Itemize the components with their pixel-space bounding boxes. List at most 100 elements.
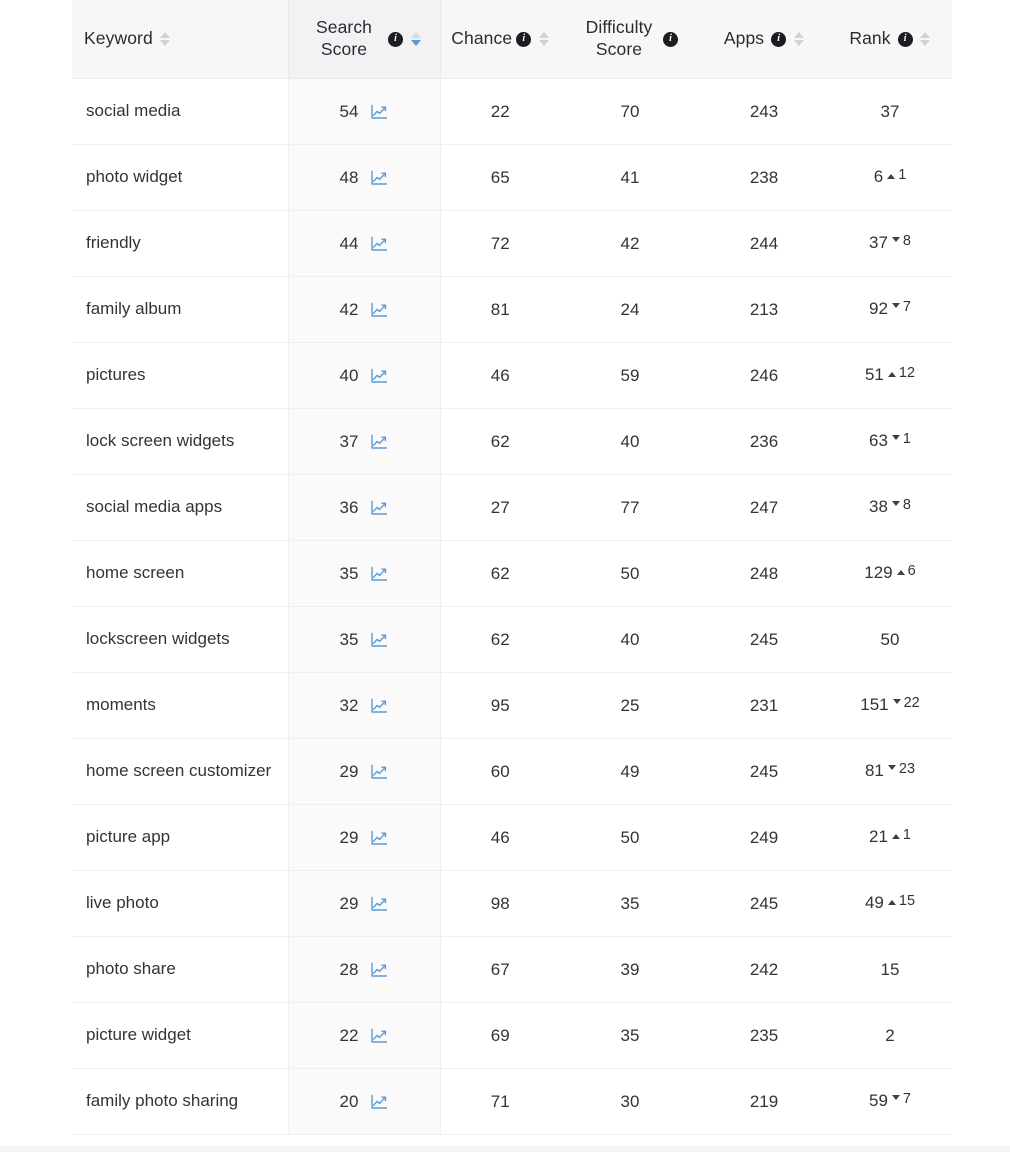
cell-search-score: 42 (287, 276, 441, 343)
info-icon-search-score[interactable]: i (388, 31, 403, 47)
line-chart-icon[interactable] (370, 698, 388, 714)
table-row[interactable]: family photo sharing 20 71 30 219 59 7 (72, 1068, 952, 1135)
cell-apps: 213 (700, 276, 828, 343)
line-chart-icon[interactable] (370, 368, 388, 384)
cell-keyword[interactable]: pictures (72, 342, 288, 409)
arrow-down-icon (887, 765, 896, 771)
table-row[interactable]: lockscreen widgets 35 62 40 245 50 (72, 606, 952, 673)
table-row[interactable]: family album 42 81 24 213 92 7 (72, 276, 952, 343)
cell-keyword[interactable]: lockscreen widgets (72, 606, 288, 673)
line-chart-icon[interactable] (370, 104, 388, 120)
arrow-down-icon (891, 501, 900, 507)
table-row[interactable]: photo share 28 67 39 242 15 (72, 936, 952, 1003)
cell-apps: 247 (700, 474, 828, 541)
cell-apps: 245 (700, 870, 828, 937)
search-score-value: 35 (339, 563, 359, 583)
cell-rank: 37 8 (828, 210, 952, 277)
line-chart-icon[interactable] (370, 962, 388, 978)
table-row[interactable]: moments 32 95 25 231 151 22 (72, 672, 952, 739)
line-chart-icon[interactable] (370, 1028, 388, 1044)
rank-value: 92 (869, 299, 888, 319)
search-score-value: 35 (339, 629, 359, 649)
info-icon-difficulty-score[interactable]: i (663, 31, 678, 47)
rank-value: 151 (860, 695, 889, 715)
cell-keyword[interactable]: family photo sharing (72, 1068, 288, 1135)
cell-chance: 71 (440, 1068, 560, 1135)
cell-search-score: 35 (287, 540, 441, 607)
cell-search-score: 37 (287, 408, 441, 475)
line-chart-icon[interactable] (370, 500, 388, 516)
line-chart-icon[interactable] (370, 764, 388, 780)
rank-value: 6 (873, 167, 884, 187)
cell-chance: 72 (440, 210, 560, 277)
info-icon-chance[interactable]: i (516, 31, 532, 47)
column-header-apps[interactable]: Apps i (700, 0, 828, 79)
cell-keyword[interactable]: moments (72, 672, 288, 739)
rank-value: 37 (869, 233, 888, 253)
cell-difficulty-score: 40 (560, 606, 700, 673)
table-row[interactable]: picture app 29 46 50 249 21 1 (72, 804, 952, 871)
rank-value: 129 (864, 563, 893, 583)
line-chart-icon[interactable] (370, 1094, 388, 1110)
table-row[interactable]: social media 54 22 70 243 37 (72, 78, 952, 145)
cell-keyword[interactable]: family album (72, 276, 288, 343)
line-chart-icon[interactable] (370, 236, 388, 252)
column-header-keyword[interactable]: Keyword (72, 0, 288, 79)
cell-keyword[interactable]: home screen (72, 540, 288, 607)
cell-keyword[interactable]: social media apps (72, 474, 288, 541)
info-icon-rank[interactable]: i (897, 31, 913, 47)
cell-keyword[interactable]: picture widget (72, 1002, 288, 1069)
sort-chevrons-icon-apps[interactable] (793, 29, 804, 49)
table-row[interactable]: pictures 40 46 59 246 51 12 (72, 342, 952, 409)
line-chart-icon[interactable] (370, 434, 388, 450)
table-row[interactable]: live photo 29 98 35 245 49 15 (72, 870, 952, 937)
column-header-difficulty-score[interactable]: Difficulty Score i (560, 0, 700, 79)
line-chart-icon[interactable] (370, 896, 388, 912)
cell-keyword[interactable]: social media (72, 78, 288, 145)
cell-apps: 242 (700, 936, 828, 1003)
cell-keyword[interactable]: live photo (72, 870, 288, 937)
table-row[interactable]: home screen 35 62 50 248 129 6 (72, 540, 952, 607)
rank-delta-value: 12 (898, 364, 916, 381)
column-label-chance: Chance (451, 28, 513, 49)
column-header-search-score[interactable]: Search Score i (287, 0, 441, 79)
column-header-rank[interactable]: Rank i (828, 0, 952, 79)
line-chart-icon[interactable] (370, 302, 388, 318)
rank-value: 63 (869, 431, 888, 451)
cell-difficulty-score: 39 (560, 936, 700, 1003)
info-icon-apps[interactable]: i (771, 31, 787, 47)
rank-delta-value: 1 (898, 166, 907, 183)
cell-keyword[interactable]: picture app (72, 804, 288, 871)
sort-chevrons-icon-chance[interactable] (538, 29, 549, 49)
table-row[interactable]: lock screen widgets 37 62 40 236 63 1 (72, 408, 952, 475)
rank-delta-value: 1 (902, 826, 911, 843)
cell-difficulty-score: 70 (560, 78, 700, 145)
sort-chevrons-icon-rank[interactable] (920, 29, 931, 49)
line-chart-icon[interactable] (370, 632, 388, 648)
table-row[interactable]: friendly 44 72 42 244 37 8 (72, 210, 952, 277)
table-row[interactable]: picture widget 22 69 35 235 2 (72, 1002, 952, 1069)
line-chart-icon[interactable] (370, 566, 388, 582)
cell-keyword[interactable]: photo share (72, 936, 288, 1003)
column-header-chance[interactable]: Chance i (440, 0, 560, 79)
arrow-down-icon (891, 303, 900, 309)
arrow-up-icon (896, 570, 905, 576)
sort-chevrons-icon-search-score[interactable] (410, 29, 421, 49)
cell-search-score: 22 (287, 1002, 441, 1069)
table-row[interactable]: home screen customizer 29 60 49 245 81 23 (72, 738, 952, 805)
table-row[interactable]: social media apps 36 27 77 247 38 8 (72, 474, 952, 541)
cell-keyword[interactable]: photo widget (72, 144, 288, 211)
line-chart-icon[interactable] (370, 170, 388, 186)
cell-chance: 46 (440, 804, 560, 871)
column-label-difficulty-score: Difficulty Score (585, 17, 653, 59)
line-chart-icon[interactable] (370, 830, 388, 846)
cell-difficulty-score: 41 (560, 144, 700, 211)
cell-apps: 249 (700, 804, 828, 871)
table-row[interactable]: photo widget 48 65 41 238 6 1 (72, 144, 952, 211)
search-score-value: 40 (339, 365, 359, 385)
cell-keyword[interactable]: home screen customizer (72, 738, 288, 805)
sort-chevrons-icon-keyword[interactable] (160, 29, 171, 49)
cell-keyword[interactable]: lock screen widgets (72, 408, 288, 475)
search-score-value: 42 (339, 299, 359, 319)
cell-keyword[interactable]: friendly (72, 210, 288, 277)
